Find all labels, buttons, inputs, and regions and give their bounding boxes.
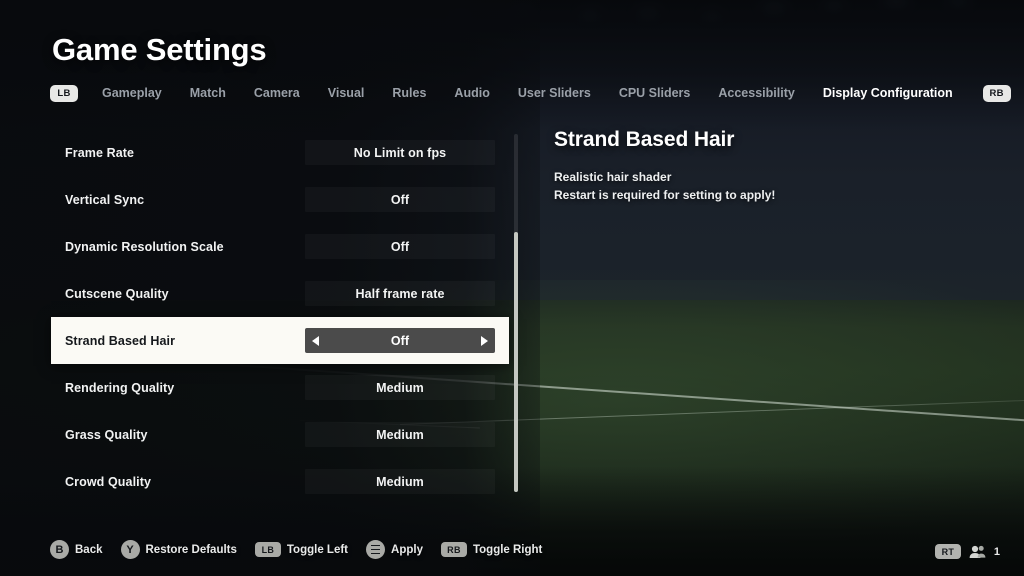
setting-value-pill[interactable]: Off <box>305 234 495 259</box>
button-b-icon: B <box>50 540 69 559</box>
hint-apply[interactable]: Apply <box>366 540 423 559</box>
people-icon <box>969 545 986 558</box>
tab-match[interactable]: Match <box>176 83 240 103</box>
settings-scrollbar[interactable] <box>514 134 518 492</box>
hint-restore-defaults[interactable]: Y Restore Defaults <box>120 540 237 559</box>
hint-label: Back <box>75 543 103 556</box>
menu-icon <box>366 540 386 559</box>
setting-value: No Limit on fps <box>353 145 447 160</box>
left-bumper-badge[interactable]: LB <box>50 84 78 102</box>
tab-visual[interactable]: Visual <box>314 83 379 103</box>
hint-label: Apply <box>391 543 423 556</box>
tab-cpu-sliders[interactable]: CPU Sliders <box>605 83 705 103</box>
hint-back[interactable]: B Back <box>50 540 103 559</box>
button-hint-bar: B Back Y Restore Defaults LB Toggle Left… <box>50 540 542 559</box>
tab-accessibility[interactable]: Accessibility <box>704 83 808 103</box>
setting-row-grass-quality[interactable]: Grass Quality Medium <box>51 411 509 458</box>
button-y-icon: Y <box>120 540 140 559</box>
settings-list: Frame Rate No Limit on fps Vertical Sync… <box>51 129 509 505</box>
setting-label: Frame Rate <box>65 145 135 160</box>
page-title: Game Settings <box>52 32 267 67</box>
hint-label: Restore Defaults <box>145 543 237 556</box>
chevron-left-icon[interactable] <box>312 335 319 346</box>
setting-label: Vertical Sync <box>65 192 145 207</box>
chevron-right-icon[interactable] <box>481 335 488 346</box>
setting-label: Cutscene Quality <box>65 286 169 301</box>
setting-row-cutscene-quality[interactable]: Cutscene Quality Half frame rate <box>51 270 509 317</box>
tab-rules[interactable]: Rules <box>378 83 440 103</box>
setting-value-pill[interactable]: Medium <box>305 469 495 494</box>
button-rb-icon: RB <box>440 542 467 557</box>
setting-row-vertical-sync[interactable]: Vertical Sync Off <box>51 176 509 223</box>
tab-gameplay[interactable]: Gameplay <box>88 83 176 103</box>
setting-row-rendering-quality[interactable]: Rendering Quality Medium <box>51 364 509 411</box>
setting-row-strand-based-hair[interactable]: Strand Based Hair Off <box>51 317 509 364</box>
button-lb-icon: LB <box>254 542 281 557</box>
setting-label: Dynamic Resolution Scale <box>65 239 224 254</box>
setting-row-crowd-quality[interactable]: Crowd Quality Medium <box>51 458 509 505</box>
setting-label: Strand Based Hair <box>65 333 176 348</box>
scrollbar-thumb[interactable] <box>514 232 518 492</box>
tab-display-configuration[interactable]: Display Configuration <box>809 83 967 103</box>
setting-value-stepper[interactable]: Off <box>305 328 495 353</box>
detail-line-2: Restart is required for setting to apply… <box>554 188 776 202</box>
setting-label: Rendering Quality <box>65 380 175 395</box>
player-status: RT 1 <box>934 544 1000 559</box>
setting-label: Crowd Quality <box>65 474 152 489</box>
setting-value: Off <box>390 333 410 348</box>
hint-label: Toggle Left <box>286 543 349 556</box>
hint-toggle-left[interactable]: LB Toggle Left <box>254 542 349 557</box>
game-settings-screen: Game Settings LB Gameplay Match Camera V… <box>0 0 1024 576</box>
tab-audio[interactable]: Audio <box>440 83 503 103</box>
tab-camera[interactable]: Camera <box>240 83 314 103</box>
setting-value-pill[interactable]: Off <box>305 187 495 212</box>
setting-value: Medium <box>376 380 424 395</box>
setting-value: Off <box>390 239 410 254</box>
setting-detail-panel: Strand Based Hair Realistic hair shader … <box>554 128 974 204</box>
tab-bar: LB Gameplay Match Camera Visual Rules Au… <box>50 83 1011 103</box>
tab-user-sliders[interactable]: User Sliders <box>504 83 605 103</box>
setting-value-pill[interactable]: Half frame rate <box>305 281 495 306</box>
setting-value: Medium <box>376 427 424 442</box>
detail-description: Realistic hair shader Restart is require… <box>554 168 974 204</box>
right-bumper-badge[interactable]: RB <box>982 84 1011 102</box>
setting-value: Half frame rate <box>355 286 445 301</box>
setting-row-dynamic-resolution-scale[interactable]: Dynamic Resolution Scale Off <box>51 223 509 270</box>
hint-toggle-right[interactable]: RB Toggle Right <box>440 542 543 557</box>
detail-title: Strand Based Hair <box>554 128 735 151</box>
setting-value-pill[interactable]: No Limit on fps <box>305 140 495 165</box>
setting-value: Medium <box>376 474 424 489</box>
setting-value-pill[interactable]: Medium <box>305 375 495 400</box>
button-rt-icon: RT <box>934 544 961 559</box>
setting-value-pill[interactable]: Medium <box>305 422 495 447</box>
player-count: 1 <box>993 545 1000 558</box>
setting-label: Grass Quality <box>65 427 148 442</box>
setting-value: Off <box>390 192 410 207</box>
setting-row-frame-rate[interactable]: Frame Rate No Limit on fps <box>51 129 509 176</box>
hint-label: Toggle Right <box>472 543 543 556</box>
detail-line-1: Realistic hair shader <box>554 170 672 184</box>
